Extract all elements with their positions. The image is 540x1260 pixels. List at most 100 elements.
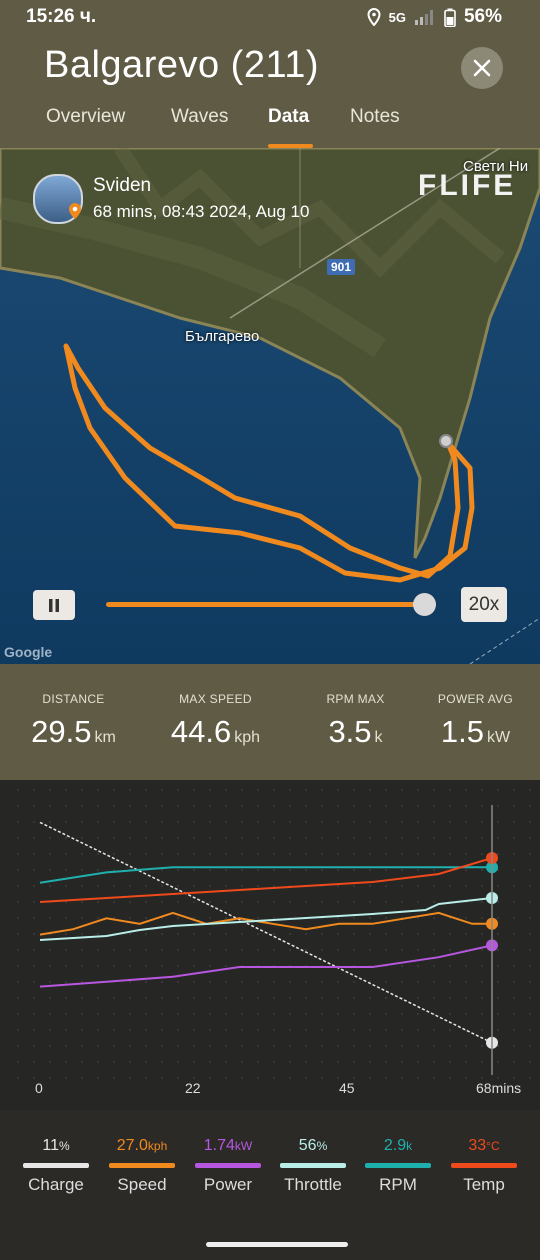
grid-dot [241, 789, 243, 791]
grid-dot [289, 981, 291, 983]
grid-dot [385, 869, 387, 871]
grid-dot [273, 789, 275, 791]
legend-item-rpm[interactable]: 2.9k RPM [359, 1135, 437, 1195]
tab-overview[interactable]: Overview [46, 106, 125, 128]
grid-dot [433, 917, 435, 919]
grid-dot [177, 965, 179, 967]
grid-dot [321, 853, 323, 855]
grid-dot [225, 1013, 227, 1015]
pause-button[interactable] [33, 590, 75, 620]
grid-dot [97, 917, 99, 919]
legend-item-temp[interactable]: 33°C Temp [445, 1135, 523, 1195]
grid-dot [433, 949, 435, 951]
grid-dot [33, 997, 35, 999]
grid-dot [465, 1061, 467, 1063]
grid-dot [17, 853, 19, 855]
grid-dot [433, 869, 435, 871]
grid-dot [337, 885, 339, 887]
grid-dot [81, 885, 83, 887]
stat-label: DISTANCE [42, 692, 105, 706]
grid-dot [321, 1061, 323, 1063]
grid-dot [177, 949, 179, 951]
grid-dot [129, 821, 131, 823]
grid-dot [289, 1029, 291, 1031]
grid-dot [97, 869, 99, 871]
grid-dot [209, 789, 211, 791]
close-button[interactable] [461, 47, 503, 89]
grid-dot [257, 933, 259, 935]
grid-dot [225, 1045, 227, 1047]
grid-dot [177, 1045, 179, 1047]
grid-dot [241, 853, 243, 855]
grid-dot [257, 1029, 259, 1031]
grid-dot [465, 821, 467, 823]
grid-dot [513, 1029, 515, 1031]
playback-slider-thumb[interactable] [413, 593, 436, 616]
grid-dot [145, 997, 147, 999]
grid-dot [497, 917, 499, 919]
tab-notes[interactable]: Notes [350, 106, 400, 128]
grid-dot [193, 1045, 195, 1047]
grid-dot [17, 917, 19, 919]
grid-dot [449, 885, 451, 887]
grid-dot [465, 1029, 467, 1031]
grid-dot [465, 981, 467, 983]
legend-item-speed[interactable]: 27.0kph Speed [103, 1135, 181, 1195]
grid-dot [257, 901, 259, 903]
grid-dot [145, 1029, 147, 1031]
telemetry-chart[interactable] [0, 780, 540, 1110]
grid-dot [193, 1013, 195, 1015]
grid-dot [17, 1045, 19, 1047]
grid-dot [17, 981, 19, 983]
grid-dot [17, 933, 19, 935]
grid-dot [273, 1061, 275, 1063]
grid-dot [337, 805, 339, 807]
grid-dot [129, 789, 131, 791]
grid-dot [513, 965, 515, 967]
grid-dot [145, 837, 147, 839]
map-attribution: Google [4, 644, 53, 660]
grid-dot [65, 885, 67, 887]
grid-dot [481, 1045, 483, 1047]
grid-dot [401, 853, 403, 855]
legend-value: 33°C [468, 1137, 500, 1154]
grid-dot [481, 901, 483, 903]
home-indicator[interactable] [206, 1242, 348, 1247]
legend-item-power[interactable]: 1.74kW Power [189, 1135, 267, 1195]
grid-dot [529, 853, 531, 855]
grid-dot [401, 901, 403, 903]
grid-dot [385, 1077, 387, 1079]
playback-slider[interactable] [106, 602, 424, 607]
grid-dot [81, 837, 83, 839]
grid-dot [225, 885, 227, 887]
grid-dot [33, 901, 35, 903]
playback-speed-button[interactable]: 20x [461, 587, 507, 622]
tab-bar: Overview Waves Data Notes [0, 104, 540, 148]
legend-item-throttle[interactable]: 56% Throttle [274, 1135, 352, 1195]
page-title: Balgarevo (211) [44, 44, 320, 86]
grid-dot [225, 853, 227, 855]
grid-dot [401, 1013, 403, 1015]
grid-dot [465, 885, 467, 887]
legend-item-charge[interactable]: 11% Charge [17, 1135, 95, 1195]
grid-dot [353, 837, 355, 839]
legend-value: 27.0kph [116, 1137, 168, 1154]
grid-dot [33, 965, 35, 967]
tab-data[interactable]: Data [268, 106, 309, 128]
grid-dot [129, 965, 131, 967]
grid-dot [65, 1061, 67, 1063]
x-tick: 45 [339, 1080, 355, 1096]
grid-dot [97, 1061, 99, 1063]
tab-waves[interactable]: Waves [171, 106, 228, 128]
ride-map[interactable]: Българево Свети Ни 901 Google [0, 148, 540, 664]
grid-dot [161, 933, 163, 935]
grid-dot [433, 853, 435, 855]
grid-dot [209, 933, 211, 935]
grid-dot [97, 1013, 99, 1015]
grid-dot [497, 1013, 499, 1015]
chart-canvas [17, 789, 531, 1079]
grid-dot [17, 901, 19, 903]
grid-dot [177, 837, 179, 839]
grid-dot [161, 1013, 163, 1015]
grid-dot [193, 853, 195, 855]
